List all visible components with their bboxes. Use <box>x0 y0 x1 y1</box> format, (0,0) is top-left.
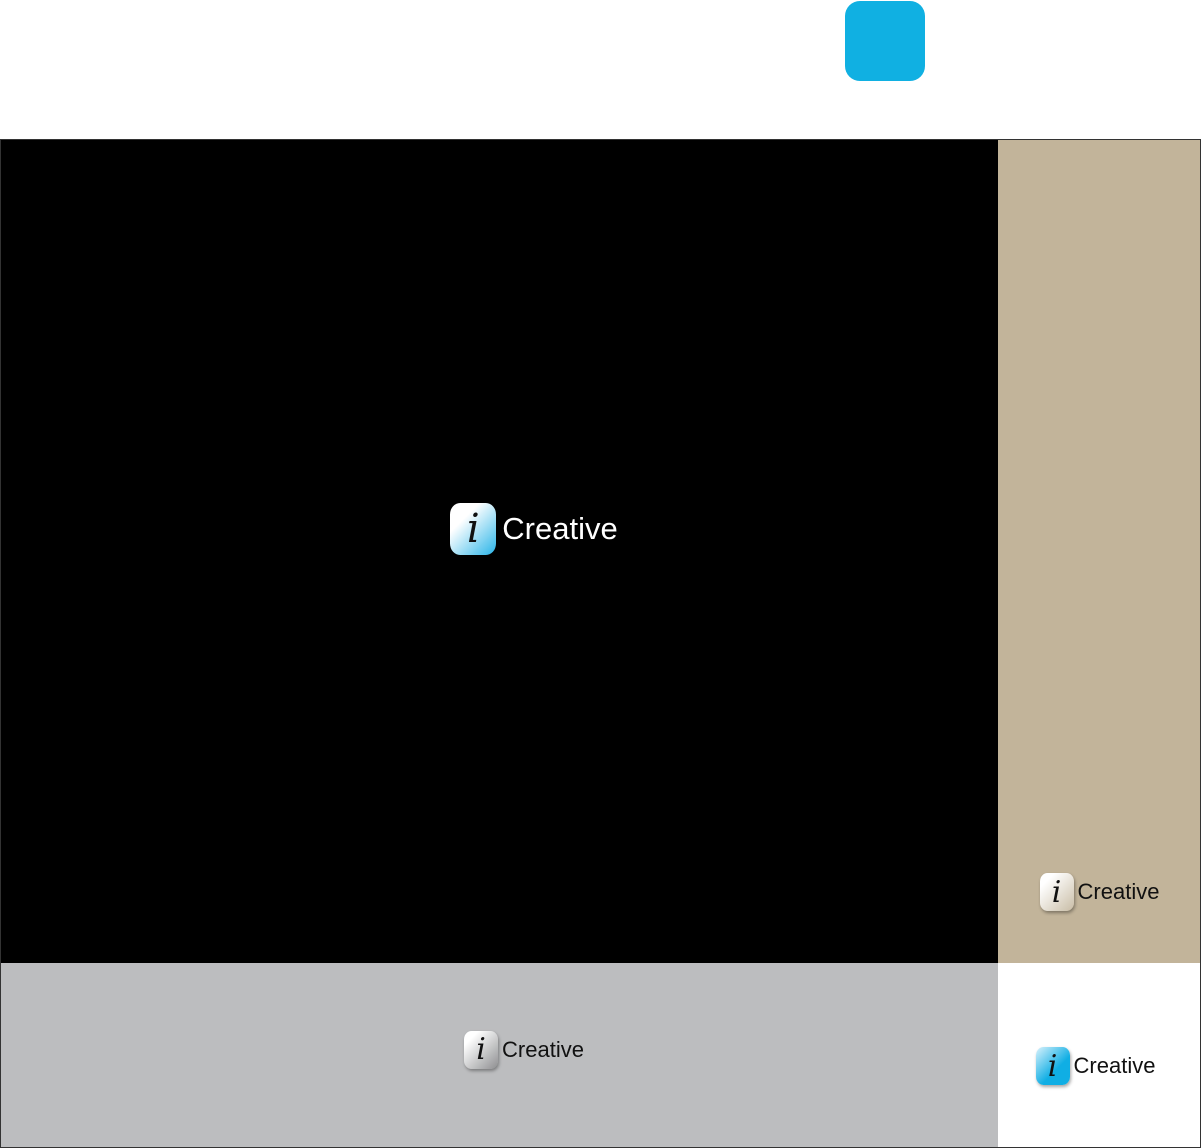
logo-on-black: i Creative <box>450 503 618 555</box>
logo-on-gray: i Creative <box>464 1030 584 1069</box>
info-i-icon: i <box>1035 1047 1070 1085</box>
info-i-icon: i <box>1039 873 1074 911</box>
white-panel: i Creative <box>998 963 1201 1148</box>
logo-wordmark: Creative <box>1073 1053 1156 1078</box>
logo-wordmark: Creative <box>502 511 618 546</box>
brand-color-swatch <box>845 1 925 81</box>
gray-panel: i Creative <box>0 963 998 1148</box>
logo-on-white: i Creative <box>1035 1047 1156 1085</box>
black-panel: i Creative <box>0 139 998 963</box>
info-i-icon: i <box>450 503 497 555</box>
info-i-icon: i <box>464 1030 499 1069</box>
logo-wordmark: Creative <box>1077 879 1160 904</box>
logo-wordmark: Creative <box>502 1036 584 1062</box>
logo-on-tan: i Creative <box>1039 873 1160 911</box>
tan-panel: i Creative <box>998 139 1201 963</box>
